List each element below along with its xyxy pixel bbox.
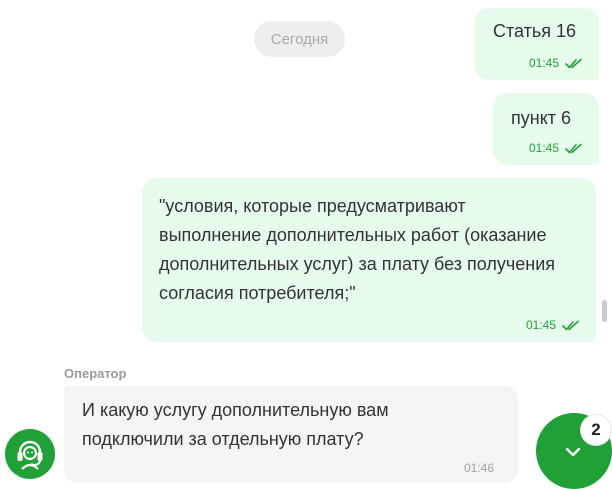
message-time: 01:45 — [528, 56, 559, 70]
double-check-icon — [562, 320, 579, 330]
incoming-message: И какую услугу дополнительную вам подклю… — [64, 386, 518, 483]
message-time: 01:45 — [525, 318, 556, 332]
double-check-icon — [565, 58, 582, 68]
message-text: пункт 6 — [511, 108, 572, 128]
operator-avatar — [5, 429, 55, 479]
message-time: 01:46 — [463, 461, 494, 475]
sender-name: Оператор — [64, 366, 127, 381]
chevron-down-icon — [565, 447, 581, 457]
outgoing-message: пункт 6 01:45 — [493, 93, 599, 165]
outgoing-message: "условия, которые предусматривают выполн… — [142, 178, 596, 342]
message-meta: 01:46 — [464, 461, 494, 475]
date-separator: Сегодня — [254, 21, 345, 57]
message-meta: 01:45 — [529, 56, 583, 70]
outgoing-message: Статья 16 01:45 — [475, 8, 599, 80]
message-text: И какую услугу дополнительную вам подклю… — [82, 400, 389, 449]
message-time: 01:45 — [528, 141, 559, 155]
message-text: "условия, которые предусматривают выполн… — [159, 196, 555, 303]
message-meta: 01:45 — [529, 141, 583, 155]
scrollbar-thumb[interactable] — [602, 300, 607, 322]
unread-count-badge: 2 — [581, 415, 611, 445]
message-text: Статья 16 — [493, 21, 577, 41]
message-meta: 01:45 — [526, 318, 580, 332]
double-check-icon — [565, 143, 582, 153]
headset-operator-icon — [17, 440, 43, 470]
